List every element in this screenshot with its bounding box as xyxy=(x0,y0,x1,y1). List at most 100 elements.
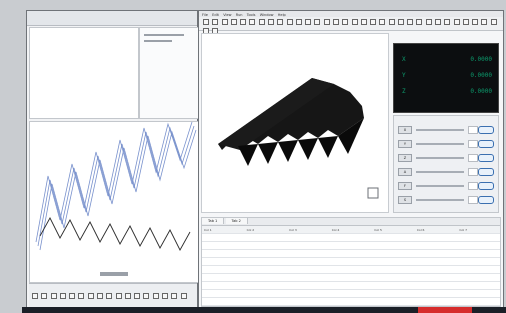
table-row[interactable] xyxy=(202,273,500,282)
control-value-field[interactable] xyxy=(468,126,478,134)
tool-icon-3[interactable] xyxy=(50,293,57,299)
toolbar-icon[interactable] xyxy=(444,19,451,25)
3d-model-viewport[interactable] xyxy=(201,33,389,213)
table-row[interactable] xyxy=(202,257,500,266)
toolbar-icon[interactable] xyxy=(370,19,377,25)
control-slider[interactable] xyxy=(416,143,464,145)
tool-icon-2[interactable] xyxy=(41,293,48,299)
control-value-field[interactable] xyxy=(468,168,478,176)
control-slider[interactable] xyxy=(416,185,464,187)
table-cell xyxy=(244,257,288,266)
toolbar-icon[interactable] xyxy=(462,19,469,25)
toolbar-icon[interactable] xyxy=(360,19,367,25)
gcode-table-area: Tab 1 Tab 2 Col 1 Col 2 Col 3 Col 4 Col … xyxy=(201,217,501,307)
control-value-field[interactable] xyxy=(468,140,478,148)
control-row: F xyxy=(398,182,494,192)
table-tab[interactable]: Tab 1 xyxy=(202,218,225,224)
tool-icon-10[interactable] xyxy=(115,293,122,299)
control-value-field[interactable] xyxy=(468,154,478,162)
toolbar-icon[interactable] xyxy=(295,19,302,25)
right-monitor-window: File Edit View Run Tools Window Help X 0… xyxy=(198,10,504,310)
tool-icon-16[interactable] xyxy=(171,293,178,299)
tool-icon-12[interactable] xyxy=(134,293,141,299)
toolbar-icon[interactable] xyxy=(407,19,414,25)
toolbar-icon[interactable] xyxy=(286,19,293,25)
control-button[interactable] xyxy=(478,168,494,176)
table-row[interactable] xyxy=(202,297,500,306)
toolbar-icon[interactable] xyxy=(323,19,330,25)
toolbar-icon[interactable] xyxy=(314,19,321,25)
toolbar-icon[interactable] xyxy=(258,19,265,25)
table-row[interactable] xyxy=(202,265,500,274)
table-cell xyxy=(244,289,288,298)
table-cell xyxy=(287,257,330,266)
dro-display: X 0.0000 Y 0.0000 Z 0.0000 xyxy=(393,43,499,113)
tool-icon-8[interactable] xyxy=(96,293,103,299)
toolbar-icon[interactable] xyxy=(230,19,237,25)
dro-row-y: Y 0.0000 xyxy=(402,72,492,84)
table-cell xyxy=(414,265,458,274)
control-value-field[interactable] xyxy=(468,196,478,204)
toolbar-icon[interactable] xyxy=(267,19,274,25)
table-row[interactable] xyxy=(202,249,500,258)
control-slider[interactable] xyxy=(416,129,464,131)
tool-icon-13[interactable] xyxy=(143,293,150,299)
control-label: S xyxy=(398,196,412,204)
toolbar-icon[interactable] xyxy=(416,19,423,25)
tool-icon-5[interactable] xyxy=(69,293,76,299)
control-button[interactable] xyxy=(478,182,494,190)
toolbar-icon[interactable] xyxy=(379,19,386,25)
tool-icon-17[interactable] xyxy=(180,293,187,299)
toolbar-icon[interactable] xyxy=(342,19,349,25)
table-cell xyxy=(202,233,245,242)
table-cell xyxy=(287,289,330,298)
toolbar-icon[interactable] xyxy=(490,19,497,25)
table-cell xyxy=(202,273,245,282)
control-button[interactable] xyxy=(478,196,494,204)
control-button[interactable] xyxy=(478,154,494,162)
dro-axis-label: X xyxy=(402,56,406,63)
toolbar-icon[interactable] xyxy=(472,19,479,25)
toolbar-icon[interactable] xyxy=(388,19,395,25)
tool-icon-4[interactable] xyxy=(59,293,66,299)
toolbar-icon[interactable] xyxy=(397,19,404,25)
toolbar-icon[interactable] xyxy=(249,19,256,25)
toolbar-icon[interactable] xyxy=(240,19,247,25)
toolbar-icon[interactable] xyxy=(435,19,442,25)
control-slider[interactable] xyxy=(416,157,464,159)
tool-icon-6[interactable] xyxy=(78,293,85,299)
toolbar-icon[interactable] xyxy=(203,19,209,25)
toolbar-icon[interactable] xyxy=(425,19,432,25)
tool-icon-15[interactable] xyxy=(161,293,168,299)
table-cell xyxy=(329,273,373,282)
toolbar-icon[interactable] xyxy=(212,19,219,25)
table-cell xyxy=(457,241,500,250)
toolbar-icon[interactable] xyxy=(351,19,358,25)
tool-icon-9[interactable] xyxy=(106,293,113,299)
left-parameter-grid[interactable] xyxy=(29,27,139,119)
axis-controls-panel: X Y Z A F S xyxy=(393,115,499,213)
table-tab[interactable]: Tab 2 xyxy=(225,218,248,224)
toolbar-icon[interactable] xyxy=(453,19,460,25)
toolbar-icon[interactable] xyxy=(332,19,339,25)
toolbar-icon[interactable] xyxy=(221,19,228,25)
table-row[interactable] xyxy=(202,241,500,250)
control-button[interactable] xyxy=(478,126,494,134)
toolbar-icon[interactable] xyxy=(305,19,312,25)
control-button[interactable] xyxy=(478,140,494,148)
table-cell xyxy=(414,281,458,290)
table-row[interactable] xyxy=(202,289,500,298)
table-row[interactable] xyxy=(202,281,500,290)
table-row[interactable] xyxy=(202,233,500,242)
left-bottom-toolbar xyxy=(29,283,197,310)
tool-icon-1[interactable] xyxy=(32,293,38,299)
control-value-field[interactable] xyxy=(468,182,478,190)
toolpath-wave-view[interactable] xyxy=(29,121,199,283)
control-slider[interactable] xyxy=(416,199,464,201)
toolbar-icon[interactable] xyxy=(277,19,284,25)
control-slider[interactable] xyxy=(416,171,464,173)
tool-icon-7[interactable] xyxy=(87,293,94,299)
tool-icon-11[interactable] xyxy=(124,293,131,299)
tool-icon-14[interactable] xyxy=(152,293,159,299)
toolbar-icon[interactable] xyxy=(481,19,488,25)
